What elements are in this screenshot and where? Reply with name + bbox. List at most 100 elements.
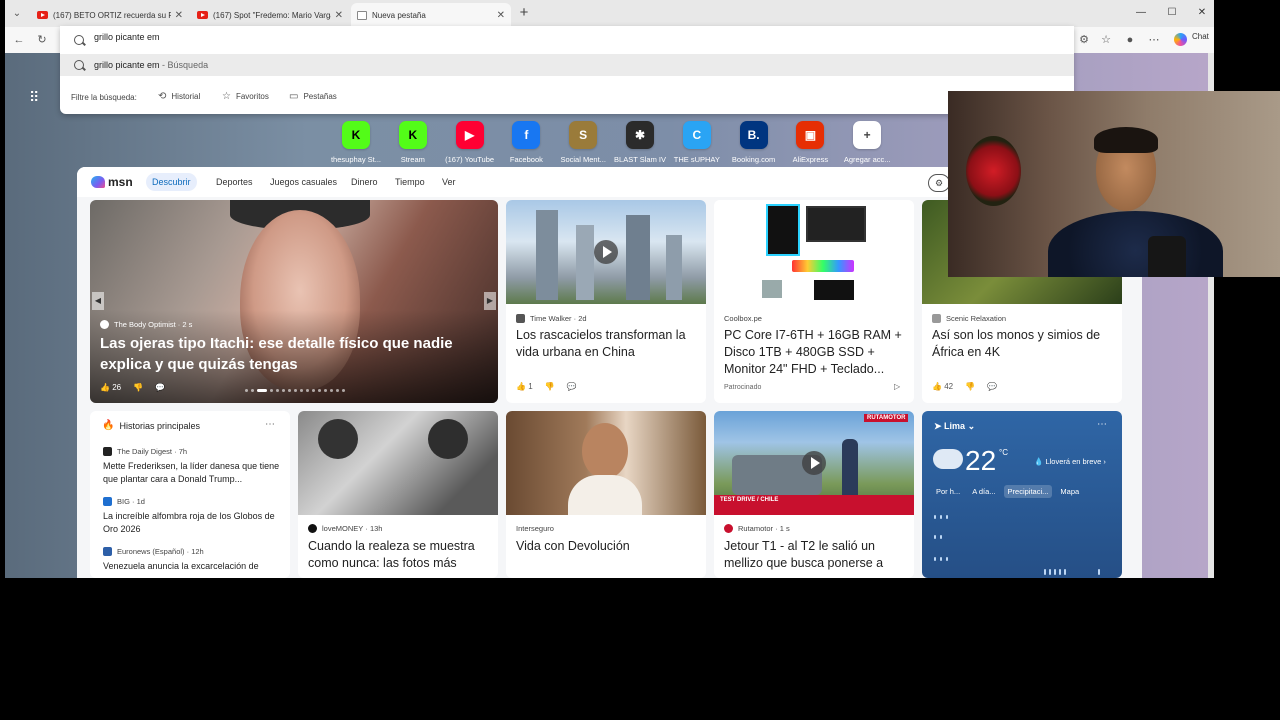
nav-descubrir[interactable]: Descubrir	[146, 173, 197, 191]
filter-favoritos[interactable]: ☆ Favoritos	[222, 91, 269, 102]
address-input[interactable]	[94, 32, 494, 42]
card-headline[interactable]: Cuando la realeza se muestra como nunca:…	[308, 538, 490, 572]
story-headline[interactable]: Venezuela anuncia la excarcelación de	[103, 560, 283, 573]
story-item[interactable]: The Daily Digest · 7h Mette Frederiksen,…	[103, 447, 283, 486]
card-interseguro-ad[interactable]: Interseguro Vida con Devolución	[506, 411, 706, 578]
tab-list-chevron-icon[interactable]: ⌄	[9, 6, 25, 22]
back-arrow-icon[interactable]: ←	[11, 32, 27, 48]
story-item[interactable]: Euronews (Español) · 12h Venezuela anunc…	[103, 547, 283, 573]
card-realeza[interactable]: loveMONEY · 13h Cuando la realeza se mue…	[298, 411, 498, 578]
carousel-dot[interactable]	[330, 388, 333, 392]
forecast-link[interactable]: 💧 Lloverá en breve ›	[1034, 457, 1106, 466]
carousel-dot[interactable]	[276, 388, 279, 392]
tab-mapa[interactable]: Mapa	[1056, 485, 1083, 498]
hero-carousel[interactable]: ◀ ▶ The Body Optimist · 2 s Las ojeras t…	[90, 200, 498, 403]
quick-link[interactable]: C THE sUPHAY	[668, 121, 726, 164]
carousel-dot[interactable]	[251, 388, 254, 392]
carousel-dot[interactable]	[294, 388, 297, 392]
nav-tiempo[interactable]: Tiempo	[395, 177, 425, 187]
carousel-dot[interactable]	[270, 388, 273, 392]
play-video-icon[interactable]	[594, 240, 618, 264]
story-item[interactable]: BIG · 1d La increíble alfombra roja de l…	[103, 497, 283, 536]
close-icon[interactable]: ✕	[335, 10, 343, 21]
address-bar[interactable]	[60, 28, 1074, 52]
quick-link[interactable]: ▶ (167) YouTube	[441, 121, 499, 164]
story-headline[interactable]: La increíble alfombra roja de los Globos…	[103, 510, 283, 536]
quick-link[interactable]: K Stream	[384, 121, 442, 164]
dislike-icon[interactable]: 👎	[133, 383, 143, 392]
tab-spot-fredemo[interactable]: (167) Spot "Fredemo: Mario Vargas ✕	[191, 3, 349, 27]
carousel-dot[interactable]	[312, 388, 315, 392]
carousel-dot[interactable]	[300, 388, 303, 392]
profile-avatar-icon[interactable]: ●	[1122, 32, 1138, 48]
card-headline[interactable]: Jetour T1 - al T2 le salió un mellizo qu…	[724, 538, 906, 572]
more-options-icon[interactable]: ⋯	[1097, 419, 1107, 430]
comment-icon[interactable]: 💬	[155, 383, 165, 392]
comment-icon[interactable]: 💬	[567, 382, 577, 391]
hero-headline[interactable]: Las ojeras tipo Itachi: ese detalle físi…	[100, 333, 480, 375]
close-window-icon[interactable]: ✕	[1192, 5, 1212, 21]
quick-link[interactable]: B. Booking.com	[725, 121, 783, 164]
quick-link[interactable]: ✱ BLAST Slam IV	[611, 121, 669, 164]
quick-link[interactable]: Kthesuphay St...	[327, 121, 385, 164]
carousel-dot[interactable]	[245, 388, 248, 392]
play-video-icon[interactable]	[802, 451, 826, 475]
feed-settings-icon[interactable]: ⚙	[928, 174, 950, 192]
quick-link[interactable]: f Facebook	[497, 121, 555, 164]
reload-icon[interactable]: ↻	[34, 32, 50, 48]
play-arrow-icon[interactable]: ▷	[894, 382, 900, 391]
carousel-dot[interactable]	[288, 388, 291, 392]
copilot-icon[interactable]	[1174, 33, 1187, 46]
filter-pestanas[interactable]: ▭ Pestañas	[289, 91, 337, 102]
card-headline[interactable]: Vida con Devolución	[516, 538, 698, 555]
story-headline[interactable]: Mette Frederiksen, la líder danesa que t…	[103, 460, 283, 486]
card-jetour[interactable]: TEST DRIVE / CHILE RUTAMOTOR Rutamotor ·…	[714, 411, 914, 578]
weather-card[interactable]: ➤ Lima ⌄ ⋯ 22 °C 💧 Lloverá en breve › Po…	[922, 411, 1122, 578]
carousel-next-icon[interactable]: ▶	[484, 292, 496, 310]
minimize-icon[interactable]: —	[1131, 5, 1151, 21]
card-headline[interactable]: Los rascacielos transforman la vida urba…	[516, 327, 698, 361]
card-headline[interactable]: PC Core I7-6TH + 16GB RAM + Disco 1TB + …	[724, 327, 906, 378]
carousel-dot[interactable]	[336, 388, 339, 392]
carousel-dot[interactable]	[342, 388, 345, 392]
carousel-dot[interactable]	[318, 388, 321, 392]
chat-label[interactable]: Chat	[1192, 32, 1209, 41]
new-tab-plus-icon[interactable]: +	[515, 4, 533, 22]
close-icon[interactable]: ✕	[175, 10, 183, 21]
quick-link[interactable]: + Agregar acc...	[838, 121, 896, 164]
nav-deportes[interactable]: Deportes	[216, 177, 253, 187]
like-button[interactable]: 👍 1	[516, 382, 533, 391]
more-menu-icon[interactable]: ⋯	[1146, 32, 1162, 48]
carousel-dot[interactable]	[324, 388, 327, 392]
carousel-prev-icon[interactable]: ◀	[92, 292, 104, 310]
filter-historial[interactable]: ⟲ Historial	[158, 91, 200, 102]
extension-icon[interactable]: ⚙	[1076, 32, 1092, 48]
maximize-icon[interactable]: ☐	[1162, 5, 1182, 21]
search-suggestion[interactable]: grillo picante em - Búsqueda	[60, 54, 1074, 76]
quick-link[interactable]: S Social Ment...	[554, 121, 612, 164]
card-headline[interactable]: Así son los monos y simios de África en …	[932, 327, 1114, 361]
card-coolbox-ad[interactable]: Coolbox.pe PC Core I7-6TH + 16GB RAM + D…	[714, 200, 914, 403]
tab-nueva-pestana[interactable]: Nueva pestaña ✕	[351, 3, 511, 27]
like-button[interactable]: 👍 42	[932, 382, 953, 391]
card-rascacielos[interactable]: Time Walker · 2d Los rascacielos transfo…	[506, 200, 706, 403]
apps-grid-icon[interactable]: ⠿	[29, 90, 43, 104]
carousel-dot[interactable]	[257, 388, 267, 392]
tab-por-hora[interactable]: Por h...	[932, 485, 964, 498]
carousel-dot[interactable]	[282, 388, 285, 392]
tab-beto-ortiz[interactable]: (167) BETO ORTIZ recuerda su PRI ✕	[31, 3, 189, 27]
more-options-icon[interactable]: ⋯	[265, 419, 275, 430]
msn-logo[interactable]: msn	[91, 175, 133, 189]
close-icon[interactable]: ✕	[497, 10, 505, 21]
weather-location[interactable]: ➤ Lima ⌄	[934, 421, 975, 432]
quick-link[interactable]: ▣ AliExpress	[781, 121, 839, 164]
comment-icon[interactable]: 💬	[987, 382, 997, 391]
like-button[interactable]: 👍 26	[100, 383, 121, 392]
favorites-star-icon[interactable]: ☆	[1098, 32, 1114, 48]
carousel-dot[interactable]	[306, 388, 309, 392]
tab-precipitacion[interactable]: Precipitaci...	[1003, 485, 1053, 498]
dislike-icon[interactable]: 👎	[545, 382, 555, 391]
nav-ver[interactable]: Ver	[442, 177, 456, 187]
tab-a-diario[interactable]: A día...	[968, 485, 999, 498]
nav-juegos-casuales[interactable]: Juegos casuales	[270, 177, 337, 187]
